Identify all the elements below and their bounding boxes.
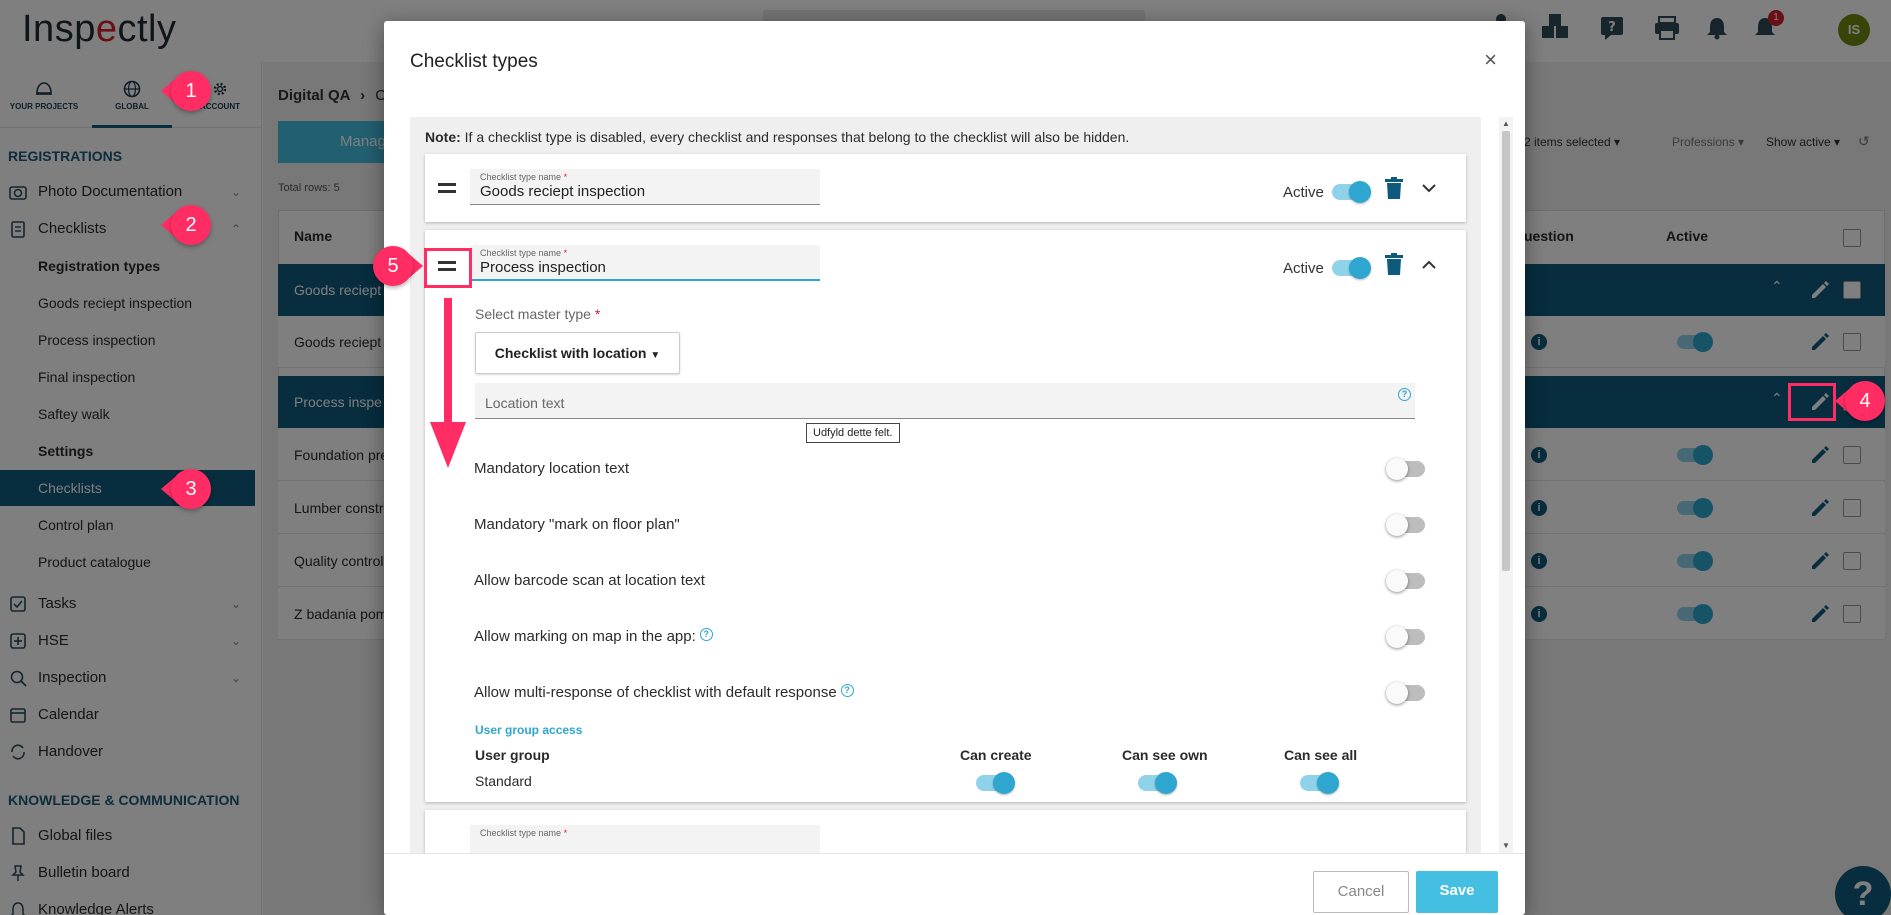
annotation-number: 4 bbox=[1845, 381, 1885, 421]
can-see-own-toggle[interactable] bbox=[1138, 772, 1177, 794]
option-label: Allow barcode scan at location text bbox=[474, 572, 705, 589]
field-label-text: Checklist type name bbox=[480, 828, 562, 838]
modal-title: Checklist types bbox=[410, 51, 538, 72]
active-label: Active bbox=[1283, 184, 1324, 201]
option-label: Mandatory location text bbox=[474, 460, 630, 477]
caret-down-icon: ▼ bbox=[650, 350, 661, 361]
help-icon[interactable]: ? bbox=[840, 684, 854, 697]
field-value: Process inspection bbox=[480, 259, 606, 276]
location-text-placeholder: Location text bbox=[485, 395, 565, 411]
scroll-down-icon[interactable]: ▼ bbox=[1502, 841, 1510, 850]
user-group-row-label: Standard bbox=[475, 773, 532, 789]
mandatory-mark-floor-plan-toggle[interactable] bbox=[1386, 514, 1425, 536]
master-type-label-text: Select master type bbox=[475, 306, 591, 322]
annotation-number: 2 bbox=[171, 205, 211, 245]
chevron-down-icon[interactable] bbox=[1421, 182, 1437, 194]
cancel-button[interactable]: Cancel bbox=[1313, 871, 1409, 913]
can-create-toggle[interactable] bbox=[976, 772, 1015, 794]
field-value: Goods reciept inspection bbox=[480, 183, 646, 200]
checklist-type-name-field[interactable]: Checklist type name * bbox=[470, 825, 820, 853]
note-bold: Note: bbox=[425, 129, 461, 145]
annotation-number: 3 bbox=[171, 469, 211, 509]
checklist-type-name-field[interactable]: Checklist type name * Process inspection bbox=[470, 245, 820, 281]
required-mark: * bbox=[563, 172, 568, 182]
option-label-with-help: Allow multi-response of checklist with d… bbox=[474, 684, 854, 701]
field-label: Checklist type name * bbox=[480, 828, 567, 838]
field-label-text: Checklist type name bbox=[480, 248, 562, 258]
allow-multi-response-toggle[interactable] bbox=[1386, 682, 1425, 704]
annotation-badge: 1 bbox=[161, 71, 211, 111]
trash-icon[interactable] bbox=[1384, 253, 1404, 277]
modal-body: Note: If a checklist type is disabled, e… bbox=[410, 117, 1481, 853]
checklist-type-card: Checklist type name * bbox=[425, 810, 1466, 853]
close-icon[interactable]: × bbox=[1484, 47, 1497, 73]
annotation-highlight bbox=[1788, 383, 1836, 421]
chevron-up-icon[interactable] bbox=[1421, 259, 1437, 271]
checklist-types-modal: Checklist types × Note: If a checklist t… bbox=[384, 21, 1525, 915]
annotation-badge: 5 bbox=[373, 246, 423, 286]
master-type-value: Checklist with location bbox=[494, 345, 647, 361]
active-toggle[interactable] bbox=[1332, 257, 1371, 279]
annotation-number: 1 bbox=[171, 71, 211, 111]
mandatory-location-text-toggle[interactable] bbox=[1386, 458, 1425, 480]
checklist-type-card-expanded: Checklist type name * Process inspection… bbox=[425, 230, 1466, 802]
active-toggle[interactable] bbox=[1332, 181, 1371, 203]
footer-divider bbox=[384, 853, 1525, 854]
option-label: Mandatory "mark on floor plan" bbox=[474, 516, 680, 533]
active-label: Active bbox=[1283, 260, 1324, 277]
annotation-highlight bbox=[424, 248, 472, 288]
note-body: If a checklist type is disabled, every c… bbox=[460, 129, 1130, 145]
option-label: Allow marking on map in the app: bbox=[474, 628, 696, 645]
can-create-header: Can create bbox=[960, 747, 1032, 763]
note-text: Note: If a checklist type is disabled, e… bbox=[425, 129, 1129, 145]
scroll-up-icon[interactable]: ▲ bbox=[1502, 119, 1510, 128]
option-label: Allow multi-response of checklist with d… bbox=[474, 684, 837, 701]
master-type-dropdown[interactable]: Checklist with location ▼ bbox=[475, 332, 680, 374]
can-see-all-toggle[interactable] bbox=[1300, 772, 1339, 794]
location-text-input[interactable]: Location text ? bbox=[475, 383, 1415, 419]
validation-tooltip: Udfyld dette felt. bbox=[806, 423, 900, 443]
annotation-badge: 3 bbox=[161, 469, 211, 509]
save-button[interactable]: Save bbox=[1416, 871, 1498, 913]
option-label-with-help: Allow marking on map in the app:? bbox=[474, 628, 713, 645]
field-label: Checklist type name * bbox=[480, 172, 567, 182]
drag-handle-icon[interactable] bbox=[438, 183, 456, 193]
checklist-type-name-field[interactable]: Checklist type name * Goods reciept insp… bbox=[470, 169, 820, 205]
required-mark: * bbox=[594, 306, 601, 322]
can-see-own-header: Can see own bbox=[1122, 747, 1208, 763]
user-group-header: User group bbox=[475, 747, 550, 763]
help-icon[interactable]: ? bbox=[699, 628, 713, 641]
required-mark: * bbox=[563, 248, 568, 258]
annotation-number: 5 bbox=[373, 246, 413, 286]
help-icon[interactable]: ? bbox=[1398, 388, 1411, 404]
modal-scrollbar[interactable]: ▲ ▼ bbox=[1499, 117, 1513, 853]
annotation-arrow bbox=[430, 298, 466, 468]
can-see-all-header: Can see all bbox=[1284, 747, 1358, 763]
field-label: Checklist type name * bbox=[480, 248, 567, 258]
annotation-badge: 4 bbox=[1835, 381, 1885, 421]
scroll-thumb[interactable] bbox=[1502, 131, 1510, 571]
allow-barcode-scan-toggle[interactable] bbox=[1386, 570, 1425, 592]
allow-marking-map-toggle[interactable] bbox=[1386, 626, 1425, 648]
checklist-type-card: Checklist type name * Goods reciept insp… bbox=[425, 154, 1466, 222]
required-mark: * bbox=[563, 828, 568, 838]
annotation-badge: 2 bbox=[161, 205, 211, 245]
user-group-access-title: User group access bbox=[475, 723, 583, 737]
trash-icon[interactable] bbox=[1384, 177, 1404, 201]
field-label-text: Checklist type name bbox=[480, 172, 562, 182]
master-type-label: Select master type * bbox=[475, 306, 600, 322]
